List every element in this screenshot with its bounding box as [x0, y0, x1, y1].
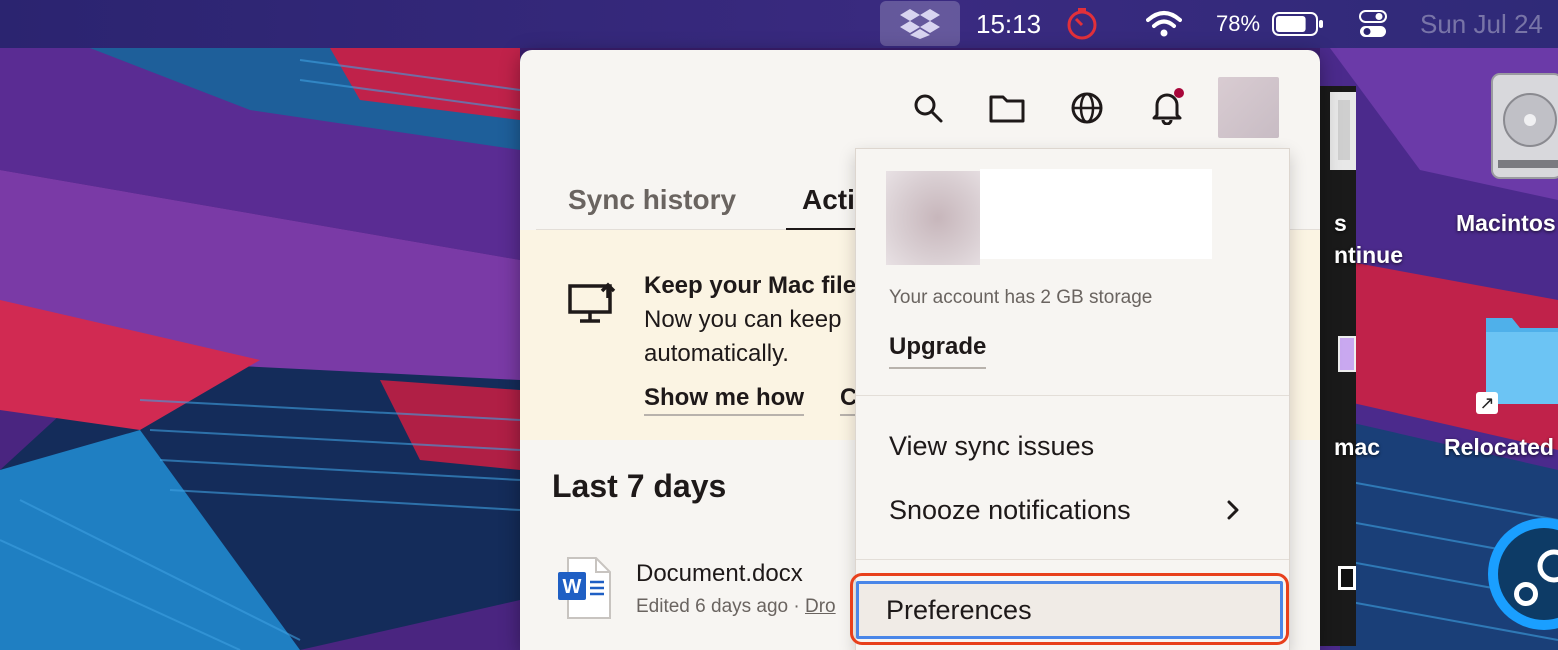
view-sync-issues-item[interactable]: View sync issues	[889, 431, 1094, 462]
preferences-label: Preferences	[886, 595, 1032, 625]
menu-divider	[856, 559, 1289, 560]
menubar-date[interactable]: Sun Jul 24	[1420, 0, 1543, 48]
desktop-partial-label: s	[1334, 210, 1347, 236]
preferences-item[interactable]: Preferences	[856, 581, 1283, 639]
bell-icon[interactable]	[1147, 88, 1187, 128]
desktop-partial-label: mac	[1334, 434, 1381, 460]
menu-bar: 15:13 78% Sun Jul 24	[0, 0, 1558, 48]
desktop-partial-label: ntinue	[1334, 242, 1403, 268]
wifi-icon[interactable]	[1146, 0, 1182, 48]
timer-icon[interactable]	[1064, 0, 1100, 48]
upgrade-link[interactable]: Upgrade	[889, 333, 987, 369]
desktop-item-icon[interactable]	[1338, 336, 1356, 372]
redacted-account-name	[980, 169, 1212, 259]
folder-icon[interactable]	[1482, 304, 1558, 404]
folder-label: Relocated	[1444, 434, 1554, 460]
chevron-right-icon	[1226, 499, 1240, 526]
highlight-outline: Preferences	[850, 573, 1289, 645]
storage-info: Your account has 2 GB storage	[889, 287, 1153, 308]
hard-drive-label: Macintos	[1456, 210, 1556, 236]
popover-toolbar	[520, 50, 1320, 150]
battery-icon[interactable]	[1272, 0, 1324, 48]
file-location-link[interactable]: Dro	[805, 596, 836, 617]
search-icon[interactable]	[908, 88, 948, 128]
word-document-icon: W	[556, 556, 612, 625]
section-title: Last 7 days	[552, 468, 727, 504]
snooze-notifications-item[interactable]: Snooze notifications	[889, 495, 1131, 526]
file-name[interactable]: Document.docx	[636, 560, 803, 588]
banner-text: automatically.	[644, 340, 789, 367]
notification-badge	[1174, 88, 1184, 98]
hard-drive-icon[interactable]	[1488, 70, 1558, 182]
alias-arrow-icon: ↗	[1476, 392, 1498, 414]
steam-icon[interactable]	[1486, 516, 1558, 636]
computer-upload-icon	[568, 280, 620, 329]
show-me-how-link[interactable]: Show me how	[644, 384, 805, 416]
desktop-item-icon[interactable]	[1338, 566, 1356, 590]
banner-text: Now you can keep	[644, 306, 842, 333]
control-center-icon[interactable]	[1358, 0, 1388, 48]
file-meta: Edited 6 days ago · Dro	[636, 596, 836, 618]
avatar[interactable]	[1218, 77, 1279, 138]
tab-sync-history[interactable]: Sync history	[568, 170, 736, 230]
svg-text:W: W	[563, 576, 582, 598]
account-menu: Your account has 2 GB storage Upgrade Vi…	[850, 148, 1290, 650]
profile-photo	[886, 171, 980, 265]
battery-percentage[interactable]: 78%	[1216, 0, 1260, 48]
banner-title: Keep your Mac file	[644, 272, 857, 299]
tab-activity[interactable]: Acti	[802, 170, 855, 230]
globe-icon[interactable]	[1067, 88, 1107, 128]
menubar-clock[interactable]: 15:13	[976, 0, 1041, 48]
folder-icon[interactable]	[987, 88, 1027, 128]
menu-divider	[856, 395, 1289, 396]
file-edited-text: Edited 6 days ago ·	[636, 596, 805, 617]
dropbox-menubar-icon[interactable]	[880, 1, 960, 46]
